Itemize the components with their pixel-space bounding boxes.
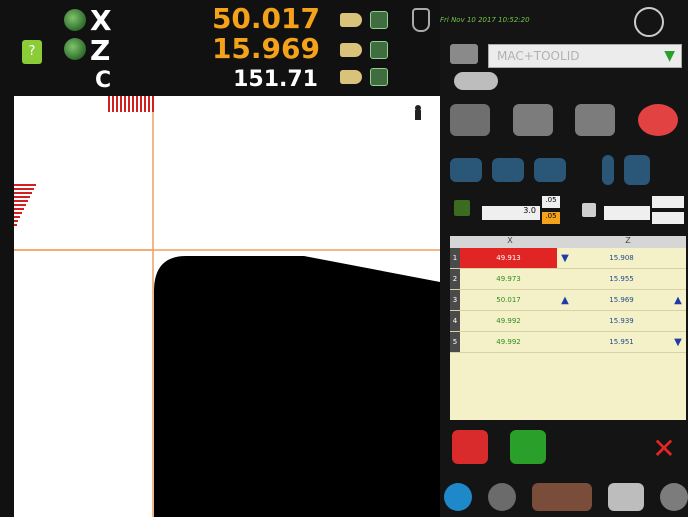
row-x-value[interactable]: 49.973 — [459, 268, 558, 290]
tool-tabs — [450, 100, 678, 140]
tool-tab-2[interactable] — [512, 104, 553, 136]
row-number: 1 — [450, 248, 460, 269]
light-icon[interactable] — [454, 72, 498, 90]
camera-viewport[interactable] — [14, 96, 440, 517]
function-icon-4[interactable] — [602, 155, 614, 185]
toolbar-icon-2[interactable] — [488, 483, 516, 511]
table-row[interactable]: 1 49.913 ▼ 15.908 — [450, 248, 686, 269]
axis-readout-bar: ? X 50.017 Z 15.969 C 151.71 — [0, 0, 440, 96]
spacer — [670, 268, 686, 290]
row-number: 4 — [450, 310, 460, 332]
z-position-readout: 15.969 — [211, 32, 320, 65]
row-number: 3 — [450, 289, 460, 311]
z-tool-icon[interactable] — [370, 41, 388, 59]
offset-main-value[interactable]: 3.0 — [482, 206, 540, 220]
row-x-value[interactable]: 49.992 — [459, 331, 558, 353]
offset-right-main[interactable] — [604, 206, 650, 220]
left-edge-strip — [0, 96, 14, 517]
probe-icon[interactable] — [412, 8, 430, 32]
offset-right-bottom[interactable] — [652, 212, 684, 224]
offset-right-icon[interactable] — [582, 203, 596, 217]
header-x: X — [507, 236, 513, 245]
table-row[interactable]: 3 50.017 ▲ 15.969 ▲ — [450, 289, 686, 311]
measure-button[interactable] — [452, 430, 488, 464]
tool-tab-1[interactable] — [450, 104, 490, 136]
spacer — [557, 268, 573, 290]
function-icons — [450, 150, 680, 190]
down-arrow-icon[interactable]: ▼ — [557, 248, 573, 269]
offset-top-value[interactable]: .05 — [542, 196, 560, 208]
profile-view — [14, 96, 440, 517]
c-position-readout: 151.71 — [233, 67, 318, 92]
offset-left-icon[interactable] — [454, 200, 470, 216]
toolbar-icon-1[interactable] — [444, 483, 472, 511]
spacer — [670, 310, 686, 332]
c-tool-icon[interactable] — [370, 68, 388, 86]
row-number: 2 — [450, 268, 460, 290]
machine-select[interactable]: MAC+TOOLID ▼ — [488, 44, 682, 68]
row-z-value[interactable]: 15.908 — [572, 248, 671, 269]
spacer — [670, 248, 686, 269]
help-book-icon[interactable]: ? — [22, 40, 42, 64]
toolbar-icon-3[interactable] — [532, 483, 592, 511]
down-arrow-icon[interactable]: ▼ — [670, 331, 686, 353]
toolbar-icon-5[interactable] — [660, 483, 688, 511]
table-row[interactable]: 2 49.973 15.955 — [450, 268, 686, 290]
machine-select-value: MAC+TOOLID — [497, 49, 580, 63]
up-arrow-icon[interactable]: ▲ — [670, 289, 686, 311]
header-z: Z — [625, 236, 631, 245]
z-axis-label: Z — [90, 34, 111, 67]
up-arrow-icon[interactable]: ▲ — [557, 289, 573, 311]
row-x-value[interactable]: 49.913 — [459, 248, 558, 269]
row-number: 5 — [450, 331, 460, 353]
bottom-toolbar — [444, 478, 688, 516]
points-table-body: 1 49.913 ▼ 15.908 2 49.973 15.955 3 50.0… — [450, 248, 686, 353]
control-panel: Fri Nov 10 2017 10:52:20 MAC+TOOLID ▼ 3.… — [440, 0, 688, 517]
offset-right-top[interactable] — [652, 196, 684, 208]
close-x-icon[interactable]: ✕ — [650, 435, 678, 463]
jog-hand-icon[interactable] — [340, 70, 362, 84]
row-x-value[interactable]: 49.992 — [459, 310, 558, 332]
function-icon-3[interactable] — [534, 158, 566, 182]
row-z-value[interactable]: 15.955 — [572, 268, 671, 290]
reset-button[interactable] — [510, 430, 546, 464]
gear-cube-icon[interactable] — [634, 7, 664, 37]
chevron-down-icon[interactable]: ▼ — [664, 48, 675, 64]
spacer — [557, 310, 573, 332]
row-z-value[interactable]: 15.969 — [572, 289, 671, 311]
x-tool-icon[interactable] — [370, 11, 388, 29]
x-axis-label: X — [90, 4, 112, 37]
table-row[interactable]: 5 49.992 15.951 ▼ — [450, 331, 686, 353]
tool-tab-3[interactable] — [575, 104, 616, 136]
row-z-value[interactable]: 15.939 — [572, 310, 671, 332]
c-axis-label: C — [95, 68, 112, 93]
row-x-value[interactable]: 50.017 — [459, 289, 558, 311]
table-row[interactable]: 4 49.992 15.939 — [450, 310, 686, 332]
table-header: X Z — [450, 236, 686, 248]
globe-icon[interactable] — [64, 9, 86, 31]
function-icon-1[interactable] — [450, 158, 482, 182]
function-icon-2[interactable] — [492, 158, 524, 182]
jog-hand-icon[interactable] — [340, 13, 362, 27]
function-icon-5[interactable] — [624, 155, 650, 185]
points-table: X Z 1 49.913 ▼ 15.908 2 49.973 15.955 3 … — [450, 236, 686, 420]
x-position-readout: 50.017 — [211, 2, 320, 35]
datetime-text: Fri Nov 10 2017 10:52:20 — [440, 16, 530, 24]
tool-tab-4[interactable] — [637, 104, 678, 136]
offset-bottom-value[interactable]: .05 — [542, 212, 560, 224]
camera-icon[interactable] — [450, 44, 478, 64]
toolbar-icon-4[interactable] — [608, 483, 644, 511]
globe-icon[interactable] — [64, 38, 86, 60]
jog-hand-icon[interactable] — [340, 43, 362, 57]
spacer — [557, 331, 573, 353]
row-z-value[interactable]: 15.951 — [572, 331, 671, 353]
